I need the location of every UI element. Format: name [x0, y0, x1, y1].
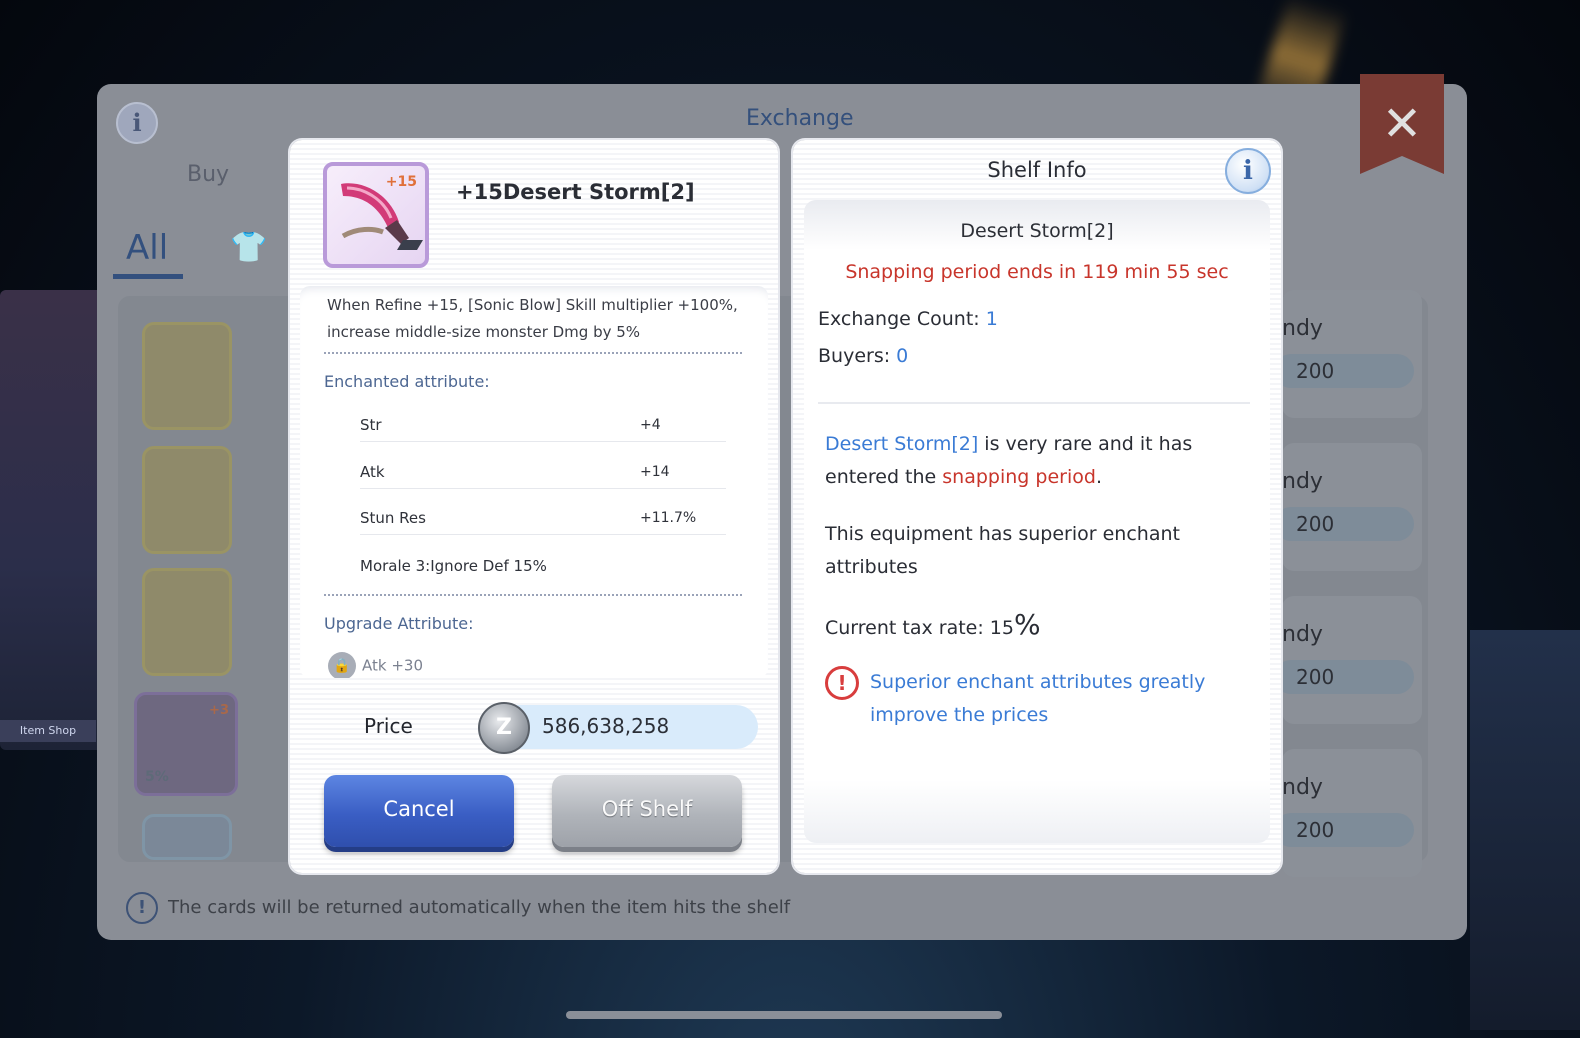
attribute-value: +11.7%	[640, 510, 697, 526]
footer-note: The cards will be returned automatically…	[168, 897, 791, 918]
rare-item-name: Desert Storm[2]	[825, 433, 979, 455]
item-description: When Refine +15, [Sonic Blow] Skill mult…	[327, 296, 738, 341]
price-value: 586,638,258	[542, 714, 670, 738]
snapping-period-timer: Snapping period ends in 119 min 55 sec	[845, 261, 1229, 283]
price-label: Price	[364, 714, 413, 738]
listing-price: 200	[1274, 660, 1414, 694]
attribute-value: +14	[640, 464, 670, 480]
zeny-coin-icon: Z	[478, 702, 530, 754]
listing-price: 200	[1274, 354, 1414, 388]
card-item[interactable]: +3 5%	[134, 692, 238, 796]
listing-name: ndy	[1282, 775, 1323, 800]
exchange-count-label: Exchange Count:	[818, 308, 980, 330]
card-item[interactable]	[142, 446, 232, 554]
off-shelf-button[interactable]: Off Shelf	[552, 775, 742, 847]
listing-name: ndy	[1282, 469, 1323, 494]
card-refine-level: +3	[209, 703, 229, 718]
rare-item-text: Desert Storm[2] is very rare and it has …	[825, 428, 1245, 494]
exchange-count-value: 1	[985, 308, 998, 330]
card-percent: 5%	[145, 769, 169, 785]
filter-all-underline	[113, 274, 183, 279]
lock-icon: 🔒	[328, 652, 356, 678]
background-building	[0, 290, 110, 750]
warning-icon: !	[126, 892, 158, 924]
info-icon[interactable]: i	[1225, 148, 1271, 194]
shelf-info-panel: Shelf Info i Desert Storm[2] Snapping pe…	[793, 140, 1281, 873]
filter-all[interactable]: All	[126, 228, 168, 268]
divider	[324, 352, 742, 354]
upgrade-value: Atk +30	[362, 656, 423, 675]
superior-enchant-text: This equipment has superior enchant attr…	[825, 523, 1180, 578]
listing-name: ndy	[1282, 622, 1323, 647]
home-indicator[interactable]	[566, 1011, 1002, 1019]
item-name: +15Desert Storm[2]	[456, 180, 695, 204]
tab-buy[interactable]: Buy	[187, 162, 229, 187]
tax-percent-sign: %	[1014, 608, 1041, 641]
upgrade-label: Upgrade Attribute:	[324, 614, 474, 633]
listing-row[interactable]: ndy 200	[1274, 596, 1422, 724]
enchanted-label: Enchanted attribute:	[324, 372, 490, 391]
buyers-label: Buyers:	[818, 345, 891, 367]
shirt-icon[interactable]: 👕	[230, 230, 267, 265]
attribute-value: +4	[640, 417, 661, 433]
refine-badge: +15	[385, 174, 417, 190]
shelf-item-name: Desert Storm[2]	[960, 220, 1114, 242]
exchange-footer: ! The cards will be returned automaticall…	[126, 892, 790, 924]
attribute-name: Atk	[360, 463, 385, 481]
listing-row[interactable]: ndy 200	[1274, 443, 1422, 571]
upgrade-attribute-row: 🔒 Atk +30	[328, 652, 423, 678]
rare-text-2: .	[1095, 466, 1102, 488]
card-item[interactable]	[142, 322, 232, 430]
item-description-box[interactable]: When Refine +15, [Sonic Blow] Skill mult…	[300, 286, 768, 678]
divider	[818, 402, 1250, 404]
shelf-info-box: Desert Storm[2] Snapping period ends in …	[804, 200, 1270, 843]
exchange-count: Exchange Count: 1	[818, 308, 998, 330]
cancel-button[interactable]: Cancel	[324, 775, 514, 847]
item-icon: +15	[323, 162, 429, 268]
buyers-value: 0	[896, 345, 909, 367]
price-note: Superior enchant attributes greatly impr…	[870, 671, 1206, 726]
exchange-title: Exchange	[746, 106, 854, 131]
listing-price: 200	[1274, 507, 1414, 541]
card-item[interactable]	[142, 568, 232, 676]
divider	[324, 594, 742, 596]
attribute-name: Stun Res	[360, 509, 426, 527]
background-building-right	[1470, 630, 1580, 1030]
snapping-highlight: snapping period	[942, 466, 1096, 488]
exclamation-icon: !	[825, 666, 859, 700]
listing-row[interactable]: ndy 200	[1274, 749, 1422, 877]
buyers-count: Buyers: 0	[818, 345, 908, 367]
info-icon[interactable]: i	[116, 102, 158, 144]
attribute-row: Atk +14	[360, 459, 726, 489]
tax-rate-label: Current tax rate: 15	[825, 617, 1014, 639]
item-detail-panel: +15 +15Desert Storm[2] When Refine +15, …	[290, 140, 778, 873]
listing-name: ndy	[1282, 316, 1323, 341]
special-attribute: Morale 3:Ignore Def 15%	[360, 557, 547, 575]
attribute-name: Str	[360, 416, 382, 434]
shelf-info-title: Shelf Info	[987, 158, 1087, 182]
listing-row[interactable]: ndy 200	[1274, 290, 1422, 418]
tax-rate: Current tax rate: 15%	[825, 608, 1245, 645]
listing-price: 200	[1274, 813, 1414, 847]
attribute-row: Stun Res +11.7%	[360, 505, 726, 535]
item-shop-sign: Item Shop	[0, 720, 96, 742]
card-item[interactable]	[142, 814, 232, 860]
attribute-row: Str +4	[360, 412, 726, 442]
